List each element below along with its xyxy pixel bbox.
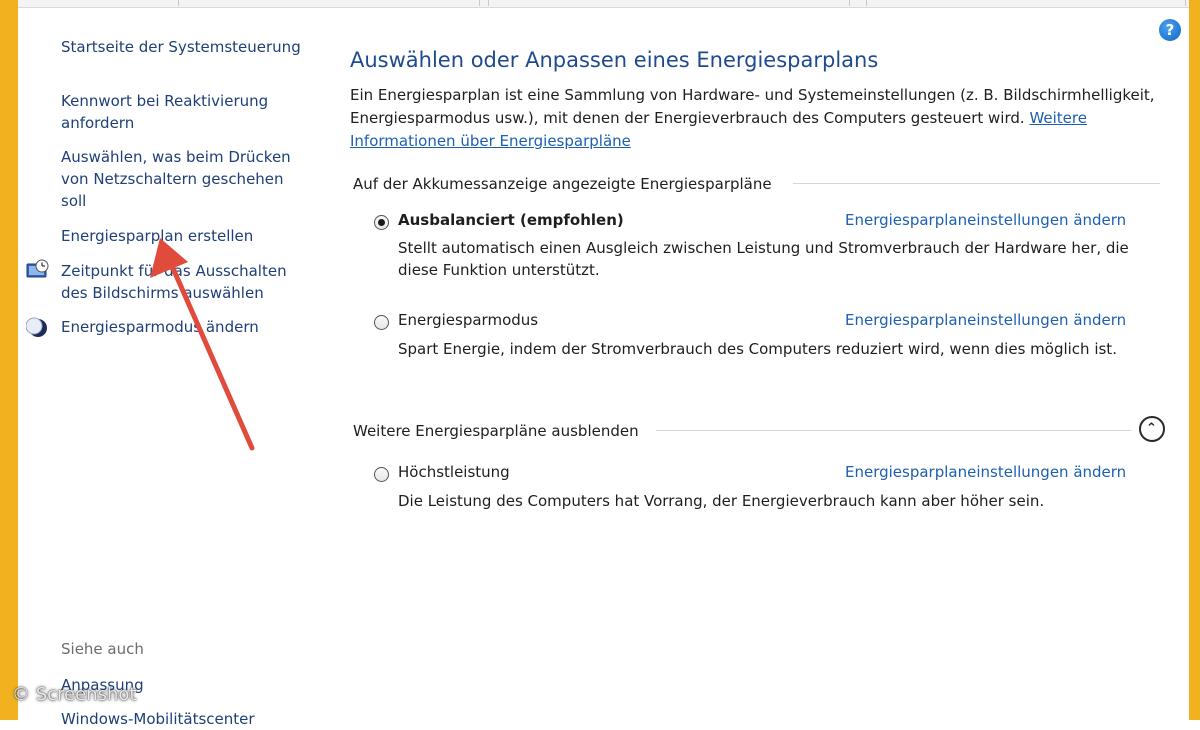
- nav-item-power-buttons[interactable]: Auswählen, was beim Drücken von Netzscha…: [61, 146, 311, 212]
- intro-text: Ein Energiesparplan ist eine Sammlung vo…: [350, 84, 1170, 153]
- help-icon[interactable]: ?: [1159, 19, 1181, 41]
- plan-balanced-description: Stellt automatisch einen Ausgleich zwisc…: [398, 239, 1129, 279]
- plan-high-performance-settings-link[interactable]: Energiesparplaneinstellungen ändern: [845, 463, 1126, 481]
- address-bar[interactable]: [178, 0, 480, 6]
- plan-power-saver-settings-link[interactable]: Energiesparplaneinstellungen ändern: [845, 311, 1126, 329]
- window-frame-right: [1189, 0, 1200, 720]
- plan-power-saver-name[interactable]: Energiesparmodus: [398, 311, 538, 329]
- nav-item-sleep[interactable]: Energiesparmodus ändern: [61, 316, 311, 338]
- group-divider: [793, 183, 1160, 184]
- group-divider: [656, 430, 1131, 431]
- see-also-personalization-link[interactable]: Anpassung: [61, 674, 311, 696]
- see-also-heading: Siehe auch: [61, 640, 144, 658]
- plan-high-performance-description: Die Leistung des Computers hat Vorrang, …: [398, 492, 1045, 510]
- search-input[interactable]: [866, 0, 1186, 6]
- nav-item-display-off[interactable]: Zeitpunkt für das Ausschalten des Bildsc…: [61, 260, 311, 304]
- nav-home-link[interactable]: Startseite der Systemsteuerung: [61, 36, 311, 58]
- address-bar-strip: [18, 0, 1189, 8]
- nav-item-require-password[interactable]: Kennwort bei Reaktivierung anfordern: [61, 90, 311, 134]
- page-title: Auswählen oder Anpassen eines Energiespa…: [350, 48, 879, 72]
- nav-item-create-plan[interactable]: Energiesparplan erstellen: [61, 225, 311, 247]
- plan-power-saver-radio[interactable]: [374, 315, 389, 330]
- plan-balanced-settings-link[interactable]: Energiesparplaneinstellungen ändern: [845, 211, 1126, 229]
- group-hide-plans-title[interactable]: Weitere Energiesparpläne ausblenden: [353, 422, 639, 440]
- window-frame-left: [0, 0, 18, 720]
- plan-balanced-radio[interactable]: [374, 215, 389, 230]
- see-also-mobility-center-link[interactable]: Windows-Mobilitätscenter: [61, 708, 311, 730]
- control-panel-content: Startseite der Systemsteuerung Kennwort …: [18, 8, 1189, 728]
- collapse-plans-button[interactable]: ⌃: [1139, 416, 1165, 442]
- radio-selected-dot: [378, 219, 385, 226]
- clock-monitor-icon: [26, 259, 50, 281]
- plan-balanced-name[interactable]: Ausbalanciert (empfohlen): [398, 211, 624, 229]
- group-shown-plans-title: Auf der Akkumessanzeige angezeigte Energ…: [353, 175, 772, 193]
- plan-high-performance-name[interactable]: Höchstleistung: [398, 463, 510, 481]
- plan-power-saver-description: Spart Energie, indem der Stromverbrauch …: [398, 340, 1117, 358]
- plan-high-performance-radio[interactable]: [374, 467, 389, 482]
- moon-icon: [25, 317, 50, 339]
- address-bar-segment[interactable]: [488, 0, 850, 6]
- chevron-up-icon: ⌃: [1146, 421, 1157, 436]
